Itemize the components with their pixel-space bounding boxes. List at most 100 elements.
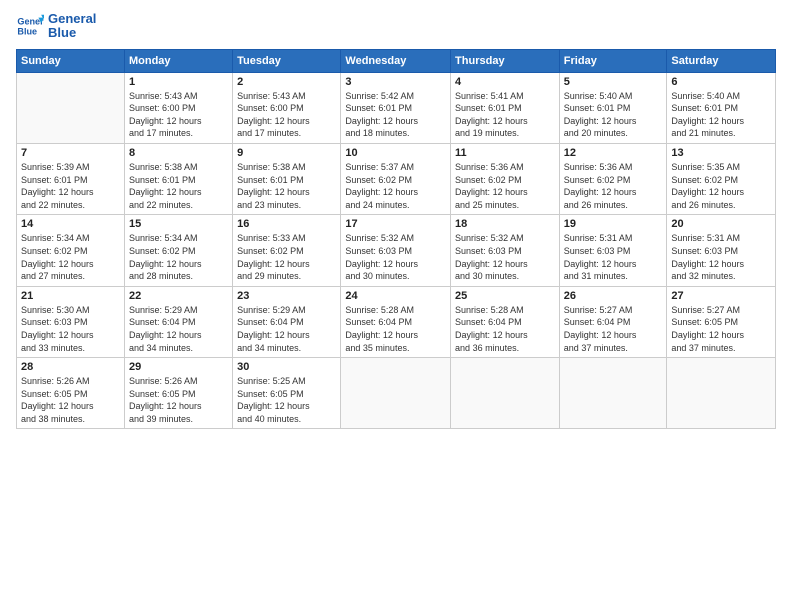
- calendar-cell: 11 Sunrise: 5:36 AM Sunset: 6:02 PM Dayli…: [451, 143, 560, 214]
- calendar-week-row: 1 Sunrise: 5:43 AM Sunset: 6:00 PM Daylig…: [17, 72, 776, 143]
- calendar-cell: 8 Sunrise: 5:38 AM Sunset: 6:01 PM Daylig…: [124, 143, 232, 214]
- day-number: 2: [237, 76, 336, 88]
- calendar-cell: [667, 358, 776, 429]
- calendar-cell: 12 Sunrise: 5:36 AM Sunset: 6:02 PM Dayli…: [559, 143, 667, 214]
- weekday-header-monday: Monday: [124, 49, 232, 72]
- calendar-cell: 17 Sunrise: 5:32 AM Sunset: 6:03 PM Dayli…: [341, 215, 451, 286]
- day-number: 25: [455, 290, 555, 302]
- cell-info: Sunrise: 5:32 AM Sunset: 6:03 PM Dayligh…: [345, 232, 446, 282]
- day-number: 23: [237, 290, 336, 302]
- logo: General Blue GeneralBlue: [16, 12, 96, 41]
- day-number: 26: [564, 290, 663, 302]
- page: General Blue GeneralBlue SundayMondayTue…: [0, 0, 792, 612]
- cell-info: Sunrise: 5:34 AM Sunset: 6:02 PM Dayligh…: [129, 232, 228, 282]
- day-number: 24: [345, 290, 446, 302]
- calendar-table: SundayMondayTuesdayWednesdayThursdayFrid…: [16, 49, 776, 430]
- cell-info: Sunrise: 5:26 AM Sunset: 6:05 PM Dayligh…: [21, 375, 120, 425]
- cell-info: Sunrise: 5:27 AM Sunset: 6:05 PM Dayligh…: [671, 304, 771, 354]
- calendar-cell: 30Sunrise: 5:25 AM Sunset: 6:05 PM Dayli…: [233, 358, 341, 429]
- calendar-cell: 13 Sunrise: 5:35 AM Sunset: 6:02 PM Dayli…: [667, 143, 776, 214]
- day-number: 7: [21, 147, 120, 159]
- weekday-header-sunday: Sunday: [17, 49, 125, 72]
- logo-icon: General Blue: [16, 12, 44, 40]
- cell-info: Sunrise: 5:31 AM Sunset: 6:03 PM Dayligh…: [564, 232, 663, 282]
- calendar-cell: [451, 358, 560, 429]
- calendar-cell: 26 Sunrise: 5:27 AM Sunset: 6:04 PM Dayli…: [559, 286, 667, 357]
- calendar-cell: 3Sunrise: 5:42 AM Sunset: 6:01 PM Daylig…: [341, 72, 451, 143]
- calendar-cell: 24 Sunrise: 5:28 AM Sunset: 6:04 PM Dayli…: [341, 286, 451, 357]
- day-number: 19: [564, 218, 663, 230]
- cell-info: Sunrise: 5:33 AM Sunset: 6:02 PM Dayligh…: [237, 232, 336, 282]
- calendar-cell: 25 Sunrise: 5:28 AM Sunset: 6:04 PM Dayli…: [451, 286, 560, 357]
- cell-info: Sunrise: 5:40 AM Sunset: 6:01 PM Dayligh…: [671, 90, 771, 140]
- calendar-cell: 28 Sunrise: 5:26 AM Sunset: 6:05 PM Dayli…: [17, 358, 125, 429]
- calendar-cell: 16 Sunrise: 5:33 AM Sunset: 6:02 PM Dayli…: [233, 215, 341, 286]
- calendar-cell: 1 Sunrise: 5:43 AM Sunset: 6:00 PM Daylig…: [124, 72, 232, 143]
- calendar-cell: [17, 72, 125, 143]
- day-number: 18: [455, 218, 555, 230]
- day-number: 3: [345, 76, 446, 88]
- weekday-header-row: SundayMondayTuesdayWednesdayThursdayFrid…: [17, 49, 776, 72]
- cell-info: Sunrise: 5:38 AM Sunset: 6:01 PM Dayligh…: [129, 161, 228, 211]
- calendar-cell: [559, 358, 667, 429]
- cell-info: Sunrise: 5:28 AM Sunset: 6:04 PM Dayligh…: [345, 304, 446, 354]
- calendar-week-row: 7 Sunrise: 5:39 AM Sunset: 6:01 PM Daylig…: [17, 143, 776, 214]
- day-number: 29: [129, 361, 228, 373]
- cell-info: Sunrise: 5:43 AM Sunset: 6:00 PM Dayligh…: [129, 90, 228, 140]
- day-number: 8: [129, 147, 228, 159]
- calendar-cell: 5 Sunrise: 5:40 AM Sunset: 6:01 PM Daylig…: [559, 72, 667, 143]
- calendar-cell: 20 Sunrise: 5:31 AM Sunset: 6:03 PM Dayli…: [667, 215, 776, 286]
- calendar-cell: 22 Sunrise: 5:29 AM Sunset: 6:04 PM Dayli…: [124, 286, 232, 357]
- cell-info: Sunrise: 5:40 AM Sunset: 6:01 PM Dayligh…: [564, 90, 663, 140]
- day-number: 5: [564, 76, 663, 88]
- day-number: 27: [671, 290, 771, 302]
- cell-info: Sunrise: 5:34 AM Sunset: 6:02 PM Dayligh…: [21, 232, 120, 282]
- day-number: 11: [455, 147, 555, 159]
- day-number: 10: [345, 147, 446, 159]
- cell-info: Sunrise: 5:28 AM Sunset: 6:04 PM Dayligh…: [455, 304, 555, 354]
- cell-info: Sunrise: 5:25 AM Sunset: 6:05 PM Dayligh…: [237, 375, 336, 425]
- calendar-cell: 10 Sunrise: 5:37 AM Sunset: 6:02 PM Dayli…: [341, 143, 451, 214]
- calendar-cell: 15 Sunrise: 5:34 AM Sunset: 6:02 PM Dayli…: [124, 215, 232, 286]
- day-number: 1: [129, 76, 228, 88]
- calendar-cell: 2Sunrise: 5:43 AM Sunset: 6:00 PM Daylig…: [233, 72, 341, 143]
- cell-info: Sunrise: 5:39 AM Sunset: 6:01 PM Dayligh…: [21, 161, 120, 211]
- calendar-cell: 4Sunrise: 5:41 AM Sunset: 6:01 PM Daylig…: [451, 72, 560, 143]
- cell-info: Sunrise: 5:37 AM Sunset: 6:02 PM Dayligh…: [345, 161, 446, 211]
- cell-info: Sunrise: 5:30 AM Sunset: 6:03 PM Dayligh…: [21, 304, 120, 354]
- calendar-cell: 7 Sunrise: 5:39 AM Sunset: 6:01 PM Daylig…: [17, 143, 125, 214]
- day-number: 16: [237, 218, 336, 230]
- svg-text:Blue: Blue: [17, 27, 37, 37]
- cell-info: Sunrise: 5:31 AM Sunset: 6:03 PM Dayligh…: [671, 232, 771, 282]
- calendar-cell: 9Sunrise: 5:38 AM Sunset: 6:01 PM Daylig…: [233, 143, 341, 214]
- day-number: 13: [671, 147, 771, 159]
- day-number: 15: [129, 218, 228, 230]
- weekday-header-friday: Friday: [559, 49, 667, 72]
- calendar-week-row: 28 Sunrise: 5:26 AM Sunset: 6:05 PM Dayli…: [17, 358, 776, 429]
- logo-text: GeneralBlue: [48, 12, 96, 41]
- calendar-cell: 19 Sunrise: 5:31 AM Sunset: 6:03 PM Dayli…: [559, 215, 667, 286]
- weekday-header-saturday: Saturday: [667, 49, 776, 72]
- day-number: 20: [671, 218, 771, 230]
- cell-info: Sunrise: 5:35 AM Sunset: 6:02 PM Dayligh…: [671, 161, 771, 211]
- day-number: 12: [564, 147, 663, 159]
- cell-info: Sunrise: 5:32 AM Sunset: 6:03 PM Dayligh…: [455, 232, 555, 282]
- calendar-cell: 6Sunrise: 5:40 AM Sunset: 6:01 PM Daylig…: [667, 72, 776, 143]
- day-number: 22: [129, 290, 228, 302]
- cell-info: Sunrise: 5:38 AM Sunset: 6:01 PM Dayligh…: [237, 161, 336, 211]
- calendar-cell: 29Sunrise: 5:26 AM Sunset: 6:05 PM Dayli…: [124, 358, 232, 429]
- cell-info: Sunrise: 5:36 AM Sunset: 6:02 PM Dayligh…: [564, 161, 663, 211]
- calendar-week-row: 14Sunrise: 5:34 AM Sunset: 6:02 PM Dayli…: [17, 215, 776, 286]
- calendar-cell: [341, 358, 451, 429]
- calendar-cell: 27 Sunrise: 5:27 AM Sunset: 6:05 PM Dayli…: [667, 286, 776, 357]
- cell-info: Sunrise: 5:29 AM Sunset: 6:04 PM Dayligh…: [237, 304, 336, 354]
- cell-info: Sunrise: 5:27 AM Sunset: 6:04 PM Dayligh…: [564, 304, 663, 354]
- cell-info: Sunrise: 5:41 AM Sunset: 6:01 PM Dayligh…: [455, 90, 555, 140]
- calendar-cell: 18 Sunrise: 5:32 AM Sunset: 6:03 PM Dayli…: [451, 215, 560, 286]
- calendar-cell: 14Sunrise: 5:34 AM Sunset: 6:02 PM Dayli…: [17, 215, 125, 286]
- day-number: 21: [21, 290, 120, 302]
- cell-info: Sunrise: 5:29 AM Sunset: 6:04 PM Dayligh…: [129, 304, 228, 354]
- day-number: 28: [21, 361, 120, 373]
- cell-info: Sunrise: 5:36 AM Sunset: 6:02 PM Dayligh…: [455, 161, 555, 211]
- day-number: 17: [345, 218, 446, 230]
